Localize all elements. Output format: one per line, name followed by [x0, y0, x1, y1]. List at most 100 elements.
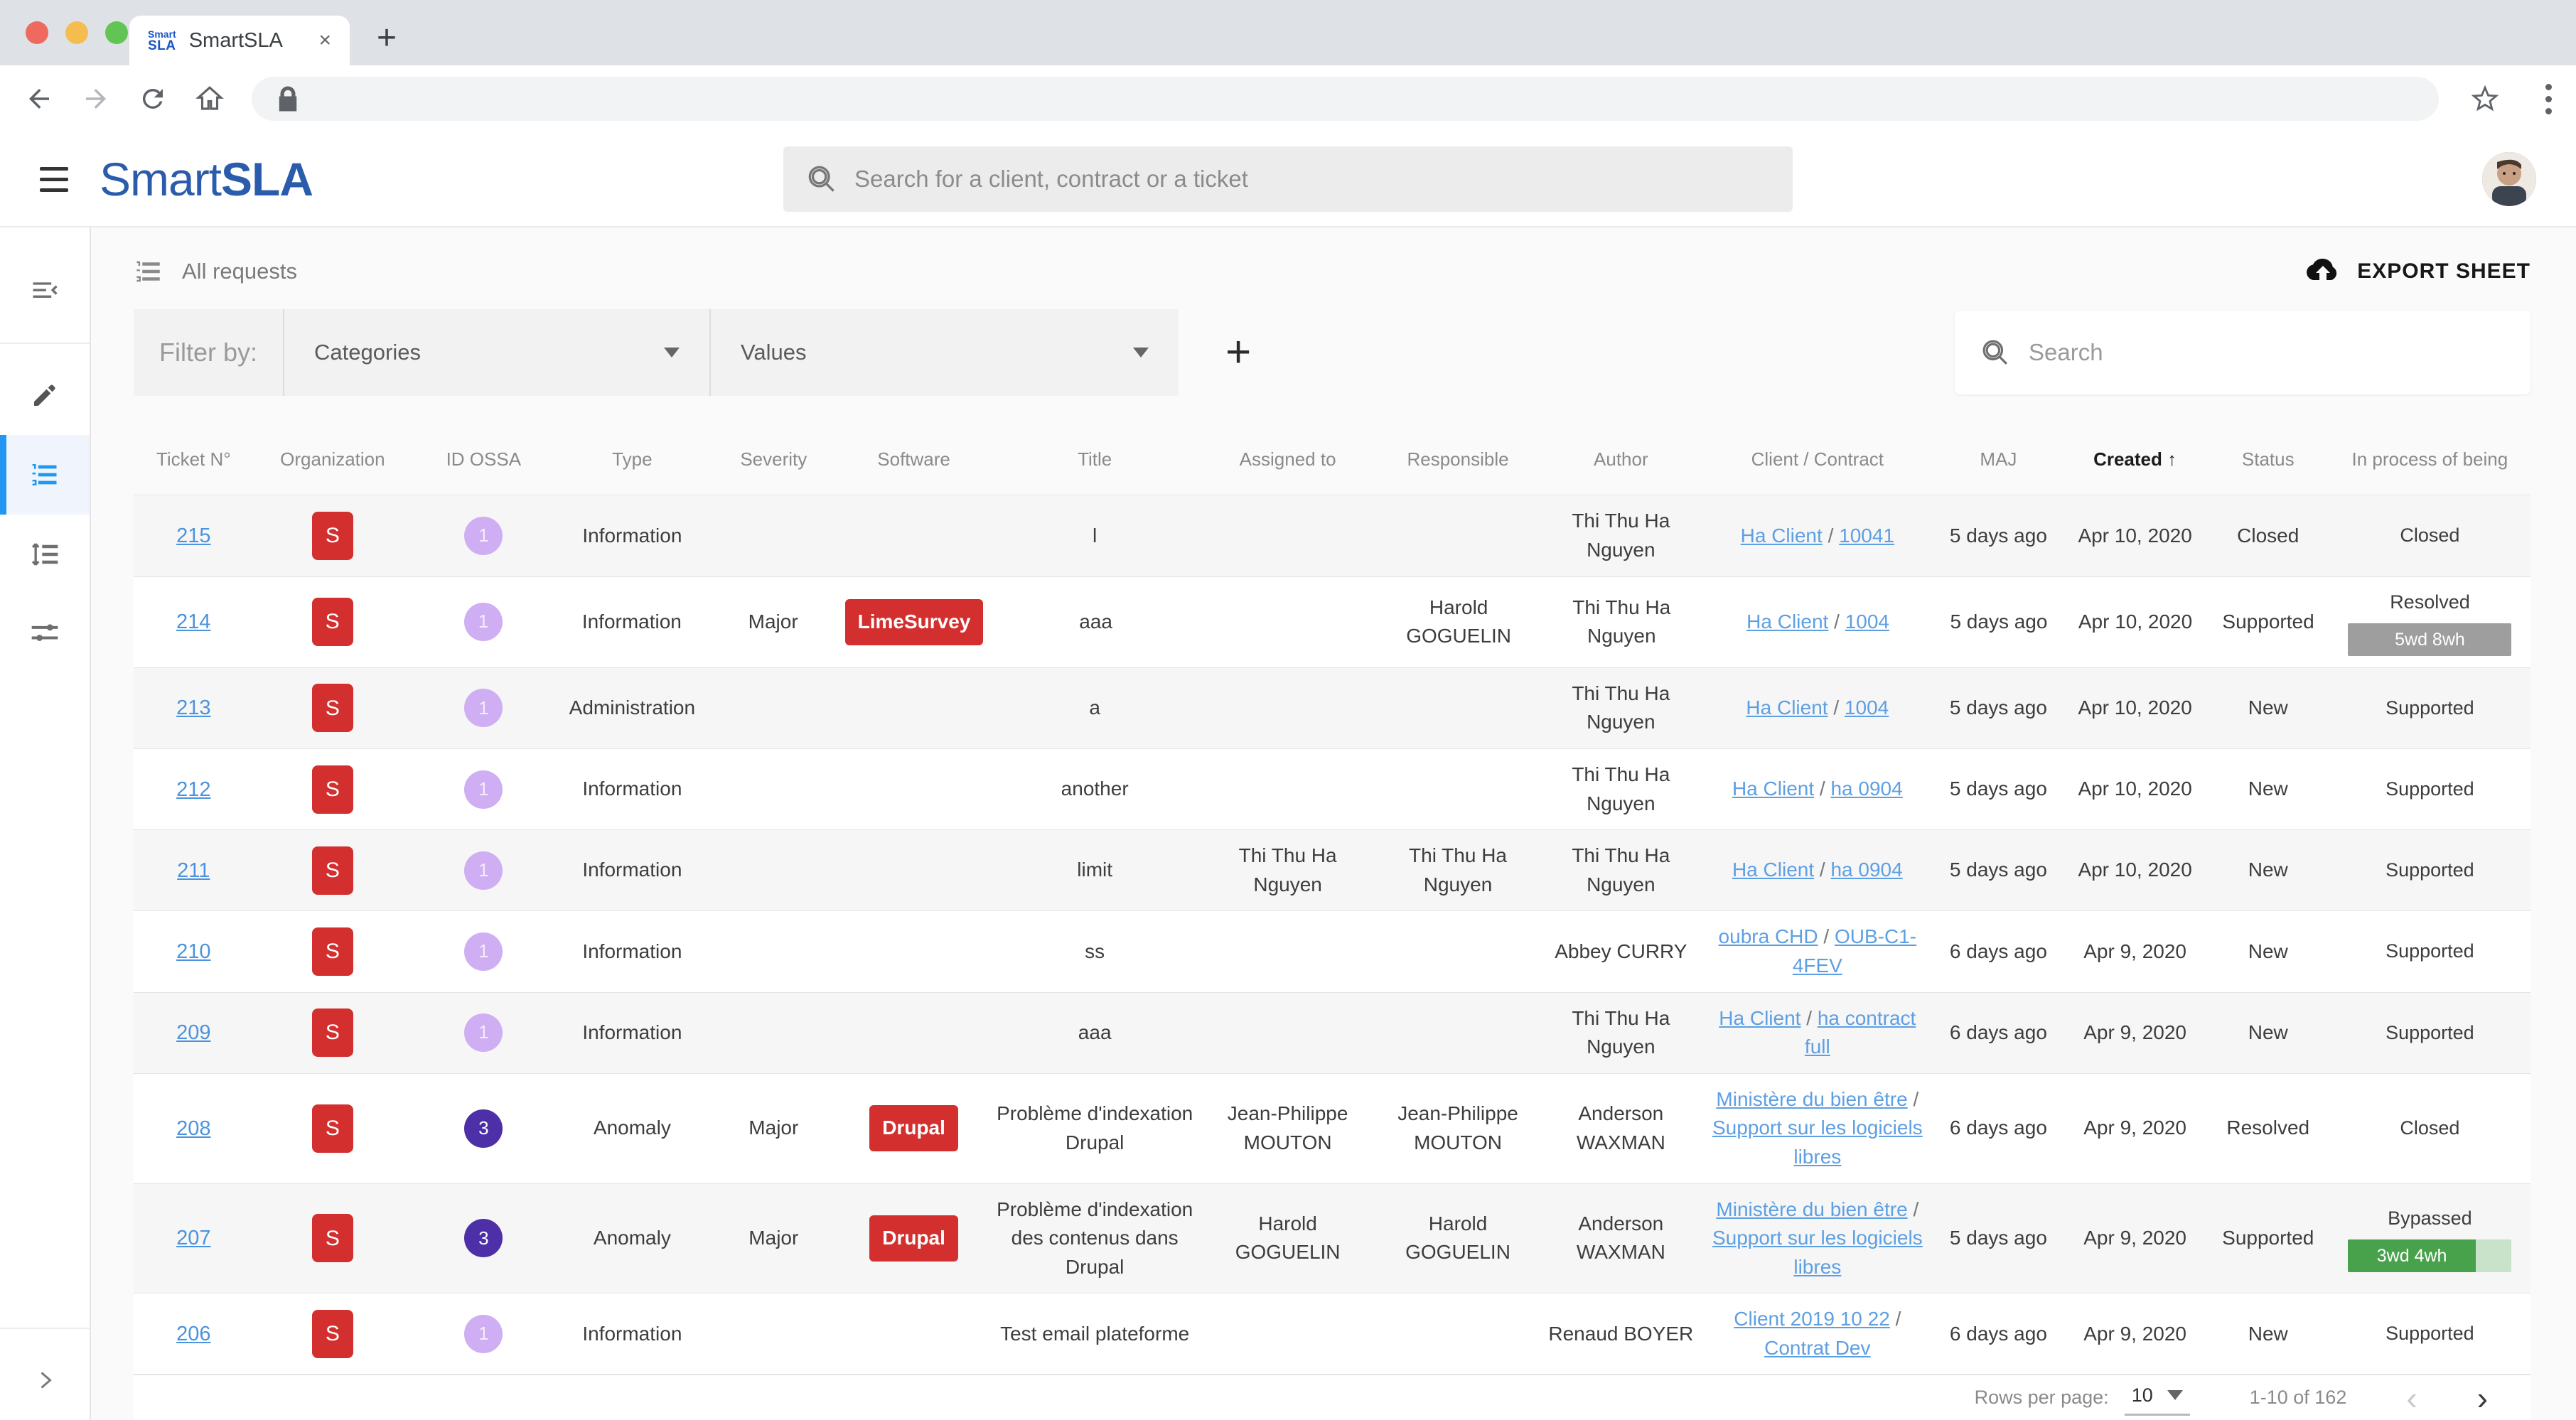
- column-header[interactable]: Created ↑: [2063, 448, 2206, 470]
- numbered-list-icon: [29, 459, 60, 490]
- browser-tab[interactable]: Smart SLA SmartSLA ×: [129, 16, 350, 65]
- organization-badge: S: [312, 1310, 353, 1358]
- table-row: 214S1InformationMajorLimeSurveyaaaHarold…: [134, 576, 2531, 667]
- sidebar-collapse-menu[interactable]: [0, 252, 90, 331]
- organization-badge: S: [312, 846, 353, 895]
- chevron-down-icon: [2167, 1390, 2183, 1400]
- column-header[interactable]: Type: [555, 448, 709, 470]
- column-header[interactable]: Ticket N°: [134, 448, 254, 470]
- ticket-number-link[interactable]: 208: [176, 1114, 210, 1144]
- chevron-right-icon: [32, 1367, 58, 1393]
- client-link[interactable]: Ha Client: [1746, 611, 1828, 633]
- ticket-number-link[interactable]: 215: [176, 521, 210, 551]
- client-contract-separator: /: [1828, 611, 1845, 633]
- home-icon[interactable]: [195, 84, 225, 114]
- browser-menu-icon[interactable]: [2545, 84, 2552, 114]
- client-contract-cell: Ha Client / ha contract full: [1701, 1004, 1933, 1062]
- values-dropdown[interactable]: Values: [709, 309, 1179, 396]
- sidebar-item-all-requests[interactable]: [0, 435, 90, 515]
- table-search-input[interactable]: Search: [1955, 311, 2531, 394]
- column-header[interactable]: Assigned to: [1201, 448, 1375, 470]
- author-cell: Thi Thu Ha Nguyen: [1540, 507, 1701, 564]
- contract-link[interactable]: ha contract full: [1805, 1007, 1916, 1058]
- column-header[interactable]: ID OSSA: [412, 448, 555, 470]
- column-header[interactable]: MAJ: [1933, 448, 2063, 470]
- ticket-number-link[interactable]: 212: [176, 775, 210, 805]
- new-tab-button[interactable]: +: [377, 21, 397, 55]
- column-header[interactable]: Software: [838, 448, 989, 470]
- global-search-input[interactable]: Search for a client, contract or a ticke…: [783, 146, 1793, 212]
- process-cell: Supported: [2329, 1320, 2531, 1348]
- reload-icon[interactable]: [138, 84, 168, 114]
- type-cell: Anomaly: [555, 1224, 709, 1253]
- collapse-menu-icon: [29, 276, 60, 307]
- client-link[interactable]: Ha Client: [1732, 859, 1814, 881]
- process-cell: Supported: [2329, 856, 2531, 884]
- column-header[interactable]: Organization: [254, 448, 412, 470]
- sidebar-item-filters[interactable]: [0, 594, 90, 674]
- client-link[interactable]: Ministère du bien être: [1716, 1198, 1907, 1220]
- next-page-button[interactable]: ›: [2477, 1379, 2488, 1417]
- contract-link[interactable]: ha 0904: [1830, 859, 1902, 881]
- contract-link[interactable]: Contrat Dev: [1764, 1337, 1870, 1359]
- id-ossa-badge: 1: [464, 517, 503, 555]
- column-header[interactable]: Responsible: [1375, 448, 1541, 470]
- contract-link[interactable]: Support sur les logiciels libres: [1712, 1227, 1923, 1278]
- column-header[interactable]: Client / Contract: [1701, 448, 1933, 470]
- contract-link[interactable]: 1004: [1845, 696, 1889, 719]
- ticket-number-link[interactable]: 210: [176, 937, 210, 967]
- ticket-number-link[interactable]: 209: [176, 1018, 210, 1048]
- contract-link[interactable]: ha 0904: [1830, 778, 1902, 800]
- back-icon[interactable]: [24, 84, 54, 114]
- ticket-cell: 211: [134, 856, 254, 886]
- client-link[interactable]: Ha Client: [1741, 525, 1823, 547]
- column-header[interactable]: Author: [1540, 448, 1701, 470]
- contract-link[interactable]: Support sur les logiciels libres: [1712, 1117, 1923, 1168]
- column-header[interactable]: Title: [989, 448, 1201, 470]
- categories-dropdown[interactable]: Categories: [283, 309, 709, 396]
- table-row: 208S3AnomalyMajorDrupalProblème d'indexa…: [134, 1073, 2531, 1183]
- client-link[interactable]: Ha Client: [1746, 696, 1828, 719]
- client-link[interactable]: Client 2019 10 22: [1734, 1308, 1890, 1330]
- add-filter-button[interactable]: +: [1225, 330, 1251, 375]
- forward-icon[interactable]: [81, 84, 111, 114]
- client-link[interactable]: Ministère du bien être: [1716, 1088, 1907, 1110]
- client-contract-cell: Ha Client / 10041: [1701, 522, 1933, 551]
- ticket-number-link[interactable]: 206: [176, 1319, 210, 1349]
- maximize-window-button[interactable]: [105, 21, 128, 44]
- client-link[interactable]: oubra CHD: [1719, 925, 1818, 947]
- close-window-button[interactable]: [26, 21, 48, 44]
- sidebar-item-sort[interactable]: [0, 515, 90, 594]
- ticket-number-link[interactable]: 211: [177, 856, 210, 886]
- maj-cell: 6 days ago: [1933, 1114, 2063, 1143]
- minimize-window-button[interactable]: [65, 21, 88, 44]
- hamburger-menu-icon[interactable]: [40, 167, 68, 192]
- ticket-number-link[interactable]: 207: [176, 1223, 210, 1253]
- contract-link[interactable]: 1004: [1845, 611, 1889, 633]
- column-header[interactable]: Status: [2207, 448, 2329, 470]
- ticket-cell: 208: [134, 1114, 254, 1144]
- column-header[interactable]: In process of being: [2329, 448, 2531, 470]
- id-ossa-cell: 1: [412, 517, 555, 555]
- export-sheet-button[interactable]: EXPORT SHEET: [2304, 257, 2531, 286]
- contract-link[interactable]: 10041: [1839, 525, 1894, 547]
- ticket-cell: 210: [134, 937, 254, 967]
- address-bar[interactable]: [252, 77, 2439, 121]
- organization-badge: S: [312, 1008, 353, 1057]
- app-logo[interactable]: SmartSLA: [100, 152, 313, 206]
- tab-close-icon[interactable]: ×: [318, 28, 331, 53]
- bookmark-star-icon[interactable]: [2470, 84, 2500, 114]
- column-header[interactable]: Severity: [709, 448, 838, 470]
- sidebar-expand[interactable]: [0, 1340, 90, 1420]
- ticket-number-link[interactable]: 214: [176, 607, 210, 637]
- user-avatar[interactable]: [2482, 152, 2536, 206]
- client-link[interactable]: Ha Client: [1732, 778, 1814, 800]
- title-cell: ss: [989, 937, 1201, 967]
- rows-per-page-select[interactable]: 10: [2125, 1380, 2190, 1416]
- sidebar-item-edit[interactable]: [0, 355, 90, 435]
- tab-title: SmartSLA: [189, 29, 306, 53]
- client-link[interactable]: Ha Client: [1719, 1007, 1800, 1029]
- ticket-number-link[interactable]: 213: [176, 693, 210, 723]
- author-cell: Anderson WAXMAN: [1540, 1099, 1701, 1157]
- previous-page-button[interactable]: ‹: [2406, 1379, 2417, 1417]
